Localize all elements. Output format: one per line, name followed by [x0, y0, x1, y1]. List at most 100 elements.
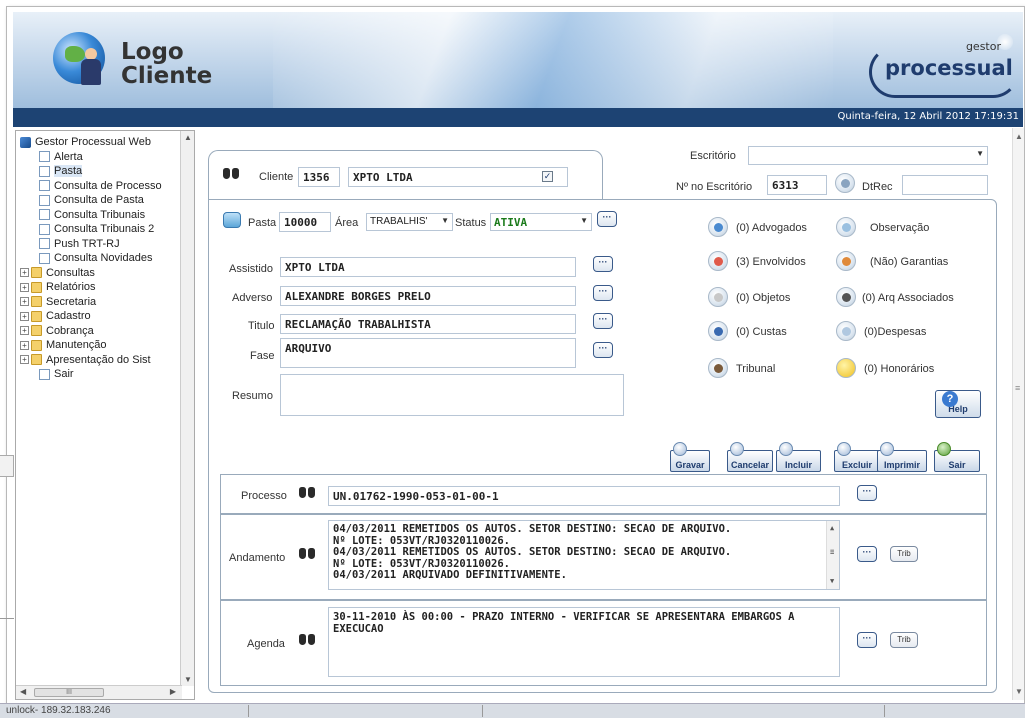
- arq-associados-link[interactable]: (0) Arq Associados: [862, 292, 954, 304]
- agenda-more-button[interactable]: ···: [857, 632, 877, 648]
- expand-icon[interactable]: +: [20, 355, 29, 365]
- database-icon[interactable]: [835, 173, 855, 193]
- assistido-more-button[interactable]: ···: [593, 256, 613, 272]
- tree-group-cadastro[interactable]: + Cadastro: [20, 309, 180, 324]
- court-icon[interactable]: [708, 358, 728, 378]
- tree-root[interactable]: Gestor Processual Web: [20, 135, 180, 150]
- lawyers-icon[interactable]: [708, 217, 728, 237]
- expand-icon[interactable]: +: [20, 311, 29, 321]
- processo-more-button[interactable]: ···: [857, 485, 877, 501]
- imprimir-button[interactable]: Imprimir: [877, 442, 927, 472]
- despesas-link[interactable]: (0)Despesas: [864, 326, 926, 338]
- observation-icon[interactable]: [836, 217, 856, 237]
- cliente-checkbox[interactable]: ✓: [542, 171, 553, 182]
- assistido-input[interactable]: XPTO LTDA: [280, 257, 576, 277]
- help-button[interactable]: ? Help: [935, 390, 981, 418]
- no-escritorio-input[interactable]: 6313: [767, 175, 827, 195]
- sidebar-vertical-scrollbar[interactable]: ▲ ▼: [180, 131, 194, 686]
- search-processo-icon[interactable]: [298, 485, 316, 501]
- scroll-up-icon[interactable]: ▲: [184, 133, 192, 142]
- scroll-down-icon[interactable]: ▼: [1015, 687, 1023, 696]
- custas-link[interactable]: (0) Custas: [736, 326, 787, 338]
- expand-icon[interactable]: +: [20, 282, 29, 292]
- tree-group-secretaria[interactable]: + Secretaria: [20, 295, 180, 310]
- sidebar-horizontal-scrollbar[interactable]: ◀ III ▶: [16, 685, 182, 699]
- status-more-button[interactable]: ···: [597, 211, 617, 227]
- paperclip-icon[interactable]: [836, 287, 856, 307]
- tree-item-push-trt-rj[interactable]: Push TRT-RJ: [20, 237, 180, 252]
- main-vertical-scrollbar[interactable]: ▲ ≡ ▼: [1012, 128, 1024, 700]
- cliente-code-input[interactable]: 1356: [298, 167, 340, 187]
- search-agenda-icon[interactable]: [298, 632, 316, 648]
- gravar-button[interactable]: Gravar: [670, 442, 710, 472]
- expand-icon[interactable]: +: [20, 268, 29, 278]
- scroll-up-icon[interactable]: ▲: [830, 523, 834, 535]
- expand-icon[interactable]: +: [20, 297, 29, 307]
- andamento-trib-button[interactable]: Trib: [890, 546, 918, 562]
- expand-icon[interactable]: +: [20, 326, 29, 336]
- titulo-input[interactable]: RECLAMAÇÃO TRABALHISTA: [280, 314, 576, 334]
- pasta-label: Pasta: [248, 217, 277, 229]
- dtrec-input[interactable]: [902, 175, 988, 195]
- cancelar-button[interactable]: Cancelar: [727, 442, 773, 472]
- tree-group-manutencao[interactable]: + Manutenção: [20, 338, 180, 353]
- resumo-textarea[interactable]: [280, 374, 624, 416]
- andamento-more-button[interactable]: ···: [857, 546, 877, 562]
- tribunal-link[interactable]: Tribunal: [736, 363, 775, 375]
- people-icon[interactable]: [708, 251, 728, 271]
- objetos-link[interactable]: (0) Objetos: [736, 292, 790, 304]
- objects-icon[interactable]: [708, 287, 728, 307]
- envolvidos-link[interactable]: (3) Envolvidos: [736, 256, 806, 268]
- tree-group-relatorios[interactable]: + Relatórios: [20, 280, 180, 295]
- search-cliente-icon[interactable]: [222, 166, 240, 182]
- garantias-link[interactable]: (Não) Garantias: [870, 256, 948, 268]
- scroll-down-icon[interactable]: ▼: [184, 675, 192, 684]
- expand-icon[interactable]: +: [20, 340, 29, 350]
- tree-group-cobranca[interactable]: + Cobrança: [20, 324, 180, 339]
- cliente-name-input[interactable]: XPTO LTDA: [348, 167, 568, 187]
- tree-item-consulta-tribunais-2[interactable]: Consulta Tribunais 2: [20, 222, 180, 237]
- agenda-textarea[interactable]: 30-11-2010 ÀS 00:00 - PRAZO INTERNO - VE…: [328, 607, 840, 677]
- adverso-input[interactable]: ALEXANDRE BORGES PRELO: [280, 286, 576, 306]
- scroll-grip-icon[interactable]: ≡: [830, 547, 834, 559]
- escritorio-select[interactable]: ▼: [748, 146, 988, 165]
- dollar-icon[interactable]: [836, 358, 856, 378]
- agenda-trib-button[interactable]: Trib: [890, 632, 918, 648]
- tree-item-consulta-tribunais[interactable]: Consulta Tribunais: [20, 208, 180, 223]
- scroll-thumb[interactable]: III: [34, 688, 104, 697]
- pasta-folder-icon[interactable]: [223, 212, 241, 228]
- incluir-button[interactable]: Incluir: [776, 442, 821, 472]
- area-select[interactable]: TRABALHIS' ▼: [366, 213, 453, 231]
- tree-item-pasta[interactable]: Pasta: [20, 164, 180, 179]
- tree-item-consulta-novidades[interactable]: Consulta Novidades: [20, 251, 180, 266]
- andamento-scrollbar[interactable]: ▲ ≡ ▼: [826, 521, 839, 589]
- guarantee-icon[interactable]: [836, 251, 856, 271]
- tree-group-consultas[interactable]: + Consultas: [20, 266, 180, 281]
- adverso-more-button[interactable]: ···: [593, 285, 613, 301]
- tree-item-alerta[interactable]: Alerta: [20, 150, 180, 165]
- scroll-left-icon[interactable]: ◀: [20, 687, 26, 696]
- status-select[interactable]: ATIVA ▼: [490, 213, 592, 231]
- observacao-link[interactable]: Observação: [870, 222, 929, 234]
- scroll-up-icon[interactable]: ▲: [1015, 132, 1023, 141]
- honorarios-link[interactable]: (0) Honorários: [864, 363, 934, 375]
- tree-item-consulta-pasta[interactable]: Consulta de Pasta: [20, 193, 180, 208]
- sair-button[interactable]: Sair: [934, 442, 980, 472]
- fase-input[interactable]: ARQUIVO: [280, 338, 576, 368]
- titulo-more-button[interactable]: ···: [593, 313, 613, 329]
- excluir-button[interactable]: Excluir: [834, 442, 880, 472]
- search-andamento-icon[interactable]: [298, 546, 316, 562]
- scroll-grip-icon[interactable]: ≡: [1015, 383, 1020, 393]
- pasta-input[interactable]: 10000: [279, 212, 331, 232]
- andamento-textarea[interactable]: 04/03/2011 REMETIDOS OS AUTOS. SETOR DES…: [328, 520, 840, 590]
- advogados-link[interactable]: (0) Advogados: [736, 222, 807, 234]
- tree-item-sair[interactable]: Sair: [20, 367, 180, 382]
- expenses-icon[interactable]: [836, 321, 856, 341]
- tree-group-apresentacao[interactable]: + Apresentação do Sist: [20, 353, 180, 368]
- processo-input[interactable]: UN.01762-1990-053-01-00-1: [328, 486, 840, 506]
- scroll-right-icon[interactable]: ▶: [170, 687, 176, 696]
- costs-icon[interactable]: [708, 321, 728, 341]
- fase-more-button[interactable]: ···: [593, 342, 613, 358]
- tree-item-consulta-processo[interactable]: Consulta de Processo: [20, 179, 180, 194]
- scroll-down-icon[interactable]: ▼: [830, 576, 834, 588]
